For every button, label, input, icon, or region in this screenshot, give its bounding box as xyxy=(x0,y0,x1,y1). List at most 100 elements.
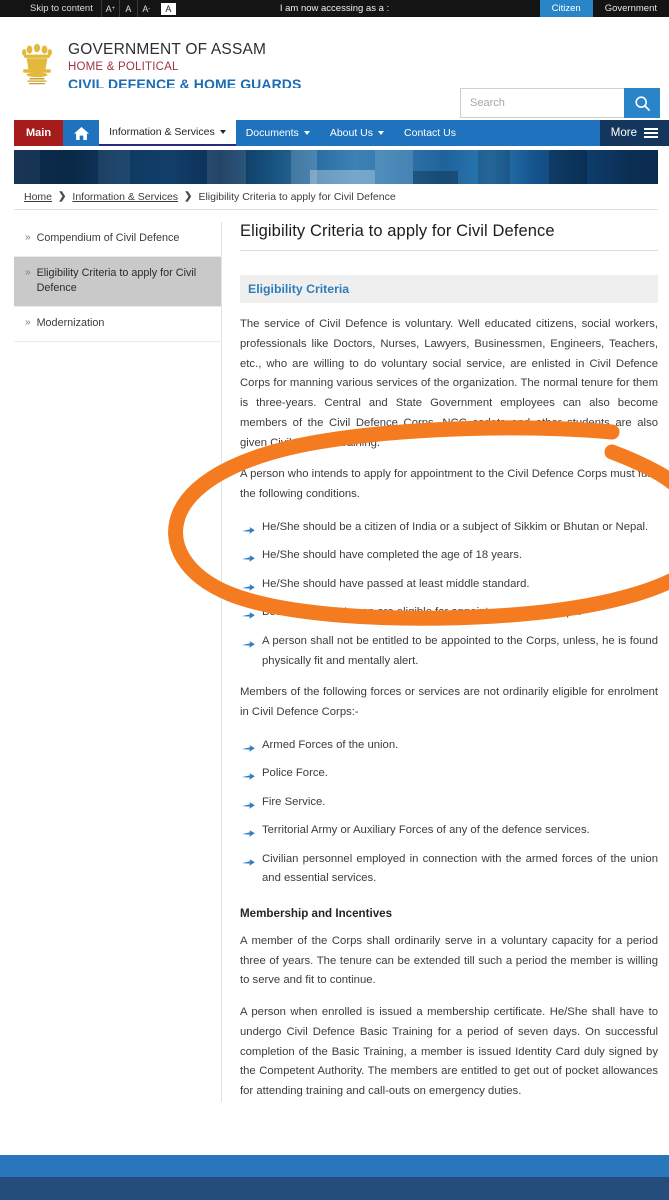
chevron-right-icon: » xyxy=(25,232,31,243)
font-normal-button[interactable]: A xyxy=(118,0,137,17)
content-area: » Compendium of Civil Defence » Eligibil… xyxy=(0,210,669,1102)
nav-item-documents[interactable]: Documents xyxy=(236,120,320,146)
accessibility-controls: Skip to content A + A A- A xyxy=(0,0,176,17)
breadcrumb-separator-icon: ❯ xyxy=(58,191,67,202)
arrow-bullet-icon xyxy=(242,523,255,543)
nav-item-information-services[interactable]: Information & Services xyxy=(99,120,236,146)
footer-bar-secondary xyxy=(0,1177,669,1200)
gov-name: GOVERNMENT OF ASSAM xyxy=(68,41,267,58)
font-increase-button[interactable]: A + xyxy=(100,0,119,17)
list-item: Both Men and Women are eligible for appo… xyxy=(240,603,658,623)
sidebar-item-modernization[interactable]: » Modernization xyxy=(14,307,221,342)
list-item-text: Civilian personnel employed in connectio… xyxy=(262,852,658,885)
breadcrumb-item-information-services[interactable]: Information & Services xyxy=(72,191,178,203)
nav-home-button[interactable] xyxy=(63,120,99,146)
chevron-down-icon xyxy=(378,131,385,135)
ineligible-lead-paragraph: Members of the following forces or servi… xyxy=(240,686,658,718)
membership-paragraph-1: A member of the Corps shall ordinarily s… xyxy=(240,934,658,987)
list-item-text: Armed Forces of the union. xyxy=(262,738,399,751)
contrast-toggle-button[interactable]: A xyxy=(160,2,176,15)
nav-item-label: Information & Services xyxy=(109,126,215,138)
list-item-text: He/She should have completed the age of … xyxy=(262,549,522,562)
decorative-banner xyxy=(14,150,658,184)
breadcrumb-separator-icon: ❯ xyxy=(184,191,193,202)
sidebar-item-compendium[interactable]: » Compendium of Civil Defence xyxy=(14,222,221,257)
department-name: HOME & POLITICAL xyxy=(68,61,179,73)
sidebar-item-label: Eligibility Criteria to apply for Civil … xyxy=(36,266,197,295)
audience-tabs: Citizen Government xyxy=(539,0,669,17)
main-navigation: Main Information & Services Documents Ab… xyxy=(14,120,669,146)
font-decrease-button[interactable]: A- xyxy=(136,0,155,17)
search-input[interactable] xyxy=(460,88,624,118)
chevron-down-icon xyxy=(219,130,226,134)
page-title: Eligibility Criteria to apply for Civil … xyxy=(240,222,658,251)
arrow-bullet-icon xyxy=(242,769,255,789)
list-item: He/She should have passed at least middl… xyxy=(240,575,658,595)
hamburger-icon xyxy=(644,128,658,138)
list-item-text: He/She should have passed at least middl… xyxy=(262,577,530,590)
sidebar: » Compendium of Civil Defence » Eligibil… xyxy=(14,222,222,1102)
nav-more-label: More xyxy=(610,127,637,139)
arrow-bullet-icon xyxy=(242,608,255,628)
banner-wrap xyxy=(0,146,669,184)
tab-government[interactable]: Government xyxy=(593,0,669,17)
list-item: Armed Forces of the union. xyxy=(240,736,658,756)
chevron-right-icon: » xyxy=(25,266,31,278)
chevron-down-icon xyxy=(303,131,310,135)
sidebar-item-eligibility-criteria[interactable]: » Eligibility Criteria to apply for Civi… xyxy=(14,256,221,307)
list-item-text: Territorial Army or Auxiliary Forces of … xyxy=(262,824,590,837)
nav-item-label: About Us xyxy=(329,127,374,139)
nav-item-label: Contact Us xyxy=(404,127,456,139)
chevron-right-icon: » xyxy=(25,316,31,328)
list-item: Fire Service. xyxy=(240,793,658,813)
brand-titles: GOVERNMENT OF ASSAM HOME & POLITICAL CIV… xyxy=(68,41,301,92)
conditions-list: He/She should be a citizen of India or a… xyxy=(240,518,658,671)
search-row xyxy=(0,88,669,120)
arrow-bullet-icon xyxy=(242,637,255,657)
conditions-lead-paragraph: A person who intends to apply for appoin… xyxy=(240,468,658,501)
list-item: Civilian personnel employed in connectio… xyxy=(240,850,658,889)
nav-main-button[interactable]: Main xyxy=(14,120,64,146)
section-heading-eligibility-criteria: Eligibility Criteria xyxy=(240,275,658,303)
list-item-text: A person shall not be entitled to be app… xyxy=(262,635,658,667)
tab-citizen[interactable]: Citizen xyxy=(539,0,593,17)
sidebar-item-label: Compendium of Civil Defence xyxy=(36,232,180,244)
breadcrumb-wrap: Home ❯ Information & Services ❯ Eligibil… xyxy=(0,184,669,210)
list-item: Police Force. xyxy=(240,764,658,784)
footer-bar-primary xyxy=(0,1155,669,1177)
ashoka-emblem-icon xyxy=(18,41,56,88)
accessibility-topbar: Skip to content A + A A- A I am now acces… xyxy=(0,0,669,17)
arrow-bullet-icon xyxy=(242,580,255,600)
masthead: GOVERNMENT OF ASSAM HOME & POLITICAL CIV… xyxy=(0,17,669,92)
main-content: Eligibility Criteria to apply for Civil … xyxy=(222,222,658,1102)
search-box xyxy=(460,88,660,118)
search-button[interactable] xyxy=(624,88,660,118)
list-item: Territorial Army or Auxiliary Forces of … xyxy=(240,821,658,841)
list-item: He/She should have completed the age of … xyxy=(240,546,658,566)
nav-more-button[interactable]: More xyxy=(599,120,669,146)
nav-item-about-us[interactable]: About Us xyxy=(320,120,394,146)
nav-item-label: Documents xyxy=(245,127,299,139)
membership-heading: Membership and Incentives xyxy=(240,906,393,920)
list-item-text: Fire Service. xyxy=(262,795,326,808)
skip-to-content-link[interactable]: Skip to content xyxy=(22,3,101,14)
sidebar-item-label: Modernization xyxy=(36,316,105,329)
ineligible-list: Armed Forces of the union. Police Force.… xyxy=(240,736,658,889)
search-icon xyxy=(634,95,650,111)
breadcrumb-item-home[interactable]: Home xyxy=(24,191,52,203)
list-item-text: He/She should be a citizen of India or a… xyxy=(262,520,649,533)
breadcrumb: Home ❯ Information & Services ❯ Eligibil… xyxy=(14,184,658,210)
list-item-text: Police Force. xyxy=(262,767,328,780)
arrow-bullet-icon xyxy=(242,551,255,571)
intro-paragraph: The service of Civil Defence is voluntar… xyxy=(240,318,658,449)
nav-item-contact-us[interactable]: Contact Us xyxy=(394,120,466,146)
home-icon xyxy=(73,126,89,140)
list-item: He/She should be a citizen of India or a… xyxy=(240,518,658,538)
list-item: A person shall not be entitled to be app… xyxy=(240,632,658,671)
arrow-bullet-icon xyxy=(242,798,255,818)
arrow-bullet-icon xyxy=(242,826,255,846)
arrow-bullet-icon xyxy=(242,855,255,875)
list-item-text: Both Men and Women are eligible for appo… xyxy=(262,606,582,619)
membership-paragraph-2: A person when enrolled is issued a membe… xyxy=(240,1006,658,1098)
